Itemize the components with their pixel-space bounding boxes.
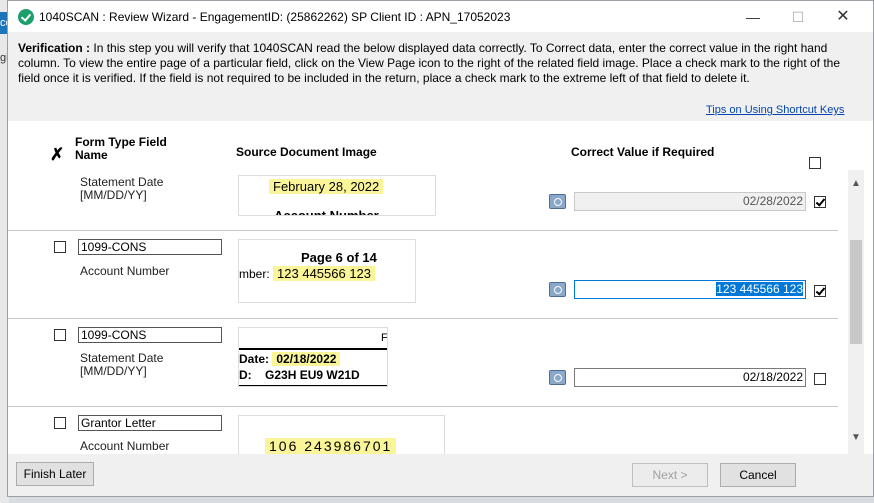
source-text: Account Number bbox=[274, 208, 379, 216]
scroll-up-icon[interactable]: ▲ bbox=[848, 176, 864, 192]
header-form-type: Form Type Field Name bbox=[75, 135, 167, 162]
source-rule bbox=[239, 385, 387, 386]
tips-shortcut-link[interactable]: Tips on Using Shortcut Keys bbox=[706, 104, 844, 116]
app-check-icon bbox=[18, 9, 34, 25]
source-document-image: Page 6 of 14 mber: 123 445566 123 bbox=[238, 239, 416, 303]
title-bar: 1040SCAN : Review Wizard - EngagementID:… bbox=[8, 1, 873, 32]
form-type-box: 1099-CONS bbox=[78, 239, 222, 255]
window-title: 1040SCAN : Review Wizard - EngagementID:… bbox=[39, 10, 511, 24]
close-button[interactable]: ✕ bbox=[828, 7, 858, 27]
scroll-down-icon[interactable]: ▼ bbox=[848, 430, 864, 446]
source-document-image: February 28, 2022 Account Number bbox=[238, 175, 436, 216]
selected-text: 123 445566 123 bbox=[716, 282, 803, 296]
verified-checkbox[interactable] bbox=[814, 373, 826, 385]
delete-field-checkbox[interactable] bbox=[54, 417, 66, 429]
instructions: Verification : In this step you will ver… bbox=[18, 41, 858, 86]
correct-value-input[interactable]: 02/18/2022 bbox=[574, 368, 806, 387]
source-text: G23H EU9 W21D bbox=[265, 368, 360, 382]
field-name: Statement Date [MM/DD/YY] bbox=[80, 175, 164, 202]
verify-all-checkbox[interactable] bbox=[809, 157, 821, 169]
review-wizard-dialog: 1040SCAN : Review Wizard - EngagementID:… bbox=[7, 0, 874, 497]
cancel-button[interactable]: Cancel bbox=[720, 463, 796, 487]
maximize-button[interactable]: ☐ bbox=[783, 7, 813, 27]
header-correct-value: Correct Value if Required bbox=[571, 145, 715, 159]
instructions-heading: Verification : bbox=[18, 41, 91, 55]
source-rule bbox=[239, 348, 387, 350]
finish-later-button[interactable]: Finish Later bbox=[16, 462, 94, 486]
form-type-box: 1099-CONS bbox=[78, 327, 222, 343]
delete-column-icon: ✗ bbox=[50, 145, 65, 164]
source-text: 02/18/2022 bbox=[272, 352, 341, 366]
source-line: mber: 123 445566 123 bbox=[239, 266, 376, 281]
next-button[interactable]: Next > bbox=[632, 463, 708, 487]
source-text: 106 243986701 bbox=[265, 438, 397, 454]
scrollbar-thumb[interactable] bbox=[850, 240, 862, 344]
instructions-text: In this step you will verify that 1040SC… bbox=[18, 41, 841, 85]
view-page-icon[interactable] bbox=[549, 370, 566, 385]
source-text: 123 445566 123 bbox=[273, 266, 376, 281]
source-text: D: bbox=[239, 368, 252, 382]
source-line: Date: 02/18/2022 bbox=[239, 352, 341, 366]
source-text: F bbox=[381, 332, 388, 344]
row-separator bbox=[8, 318, 838, 319]
verified-checkbox[interactable] bbox=[814, 285, 826, 297]
field-name: Statement Date [MM/DD/YY] bbox=[80, 351, 164, 378]
verified-checkbox[interactable] bbox=[814, 196, 826, 208]
field-name: Account Number bbox=[80, 264, 170, 278]
source-document-image: F Date: 02/18/2022 D: G23H EU9 W21D bbox=[238, 327, 388, 387]
minimize-button[interactable]: — bbox=[738, 7, 768, 27]
source-line: D: G23H EU9 W21D bbox=[239, 368, 360, 382]
source-text: mber: bbox=[239, 267, 270, 281]
row-separator bbox=[8, 406, 838, 407]
field-name: Account Number bbox=[80, 439, 170, 453]
source-text: Date: bbox=[239, 352, 270, 366]
source-text: Page 6 of 14 bbox=[301, 250, 377, 265]
correct-value-input[interactable]: 02/28/2022 bbox=[574, 192, 806, 211]
view-page-icon[interactable] bbox=[549, 282, 566, 297]
vertical-scrollbar[interactable]: ▲ ▼ bbox=[848, 170, 864, 454]
delete-field-checkbox[interactable] bbox=[54, 241, 66, 253]
source-document-image: 106 243986701 bbox=[238, 415, 445, 454]
form-type-box: Grantor Letter bbox=[78, 415, 222, 431]
source-text: February 28, 2022 bbox=[269, 179, 384, 194]
delete-field-checkbox[interactable] bbox=[54, 329, 66, 341]
row-separator bbox=[8, 230, 838, 231]
header-source-image: Source Document Image bbox=[236, 145, 377, 159]
correct-value-input[interactable]: 123 445566 123 bbox=[574, 280, 806, 299]
review-grid: ✗ Form Type Field Name Source Document I… bbox=[8, 121, 873, 454]
view-page-icon[interactable] bbox=[549, 194, 566, 209]
